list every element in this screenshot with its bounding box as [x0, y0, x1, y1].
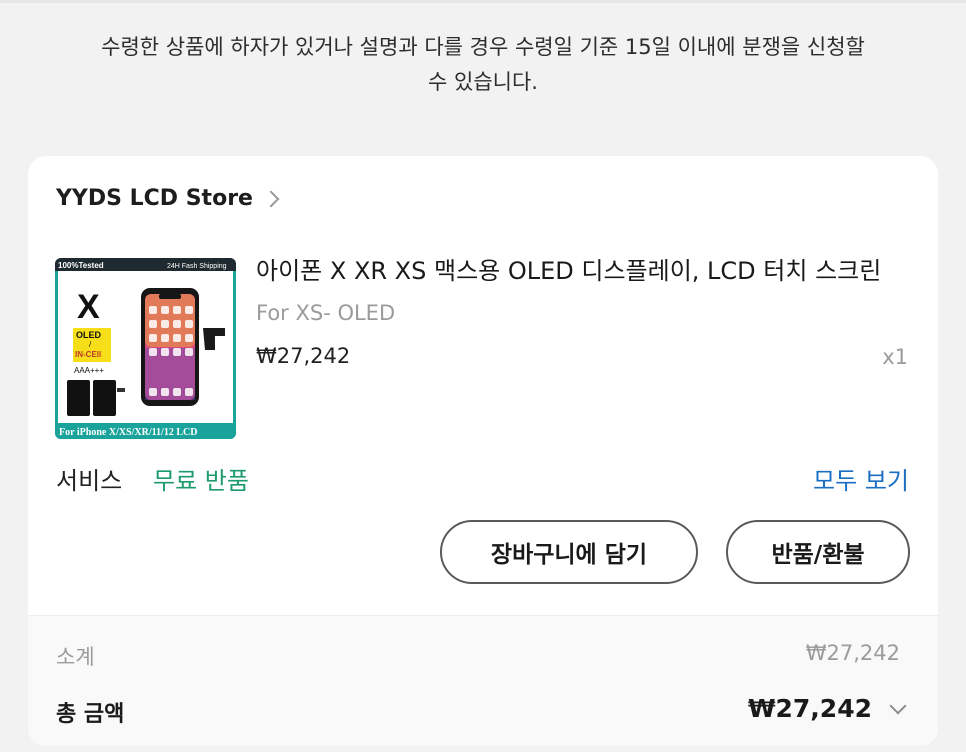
subtotal-value: ₩27,242	[805, 641, 900, 665]
service-label: 서비스	[56, 467, 123, 495]
notice-line-1: 수령한 상품에 하자가 있거나 설명과 다를 경우 수령일 기준 15일 이내에…	[101, 35, 865, 59]
product-variant: For XS- OLED	[256, 301, 396, 325]
product-price: ₩27,242	[256, 344, 351, 368]
badge-shipping: 24H Fash Shipping	[167, 263, 227, 270]
order-card: YYDS LCD Store 100%Tested 24H Fash Shipp…	[28, 156, 938, 746]
add-to-cart-button[interactable]: 장바구니에 담기	[440, 520, 698, 584]
product-image: 100%Tested 24H Fash Shipping X OLED / IN…	[55, 258, 236, 439]
free-return-badge: 무료 반품	[153, 467, 249, 495]
chevron-right-icon	[262, 190, 280, 207]
product-thumbnail[interactable]: 100%Tested 24H Fash Shipping X OLED / IN…	[55, 258, 236, 439]
store-link[interactable]: YYDS LCD Store	[56, 186, 280, 211]
store-name: YYDS LCD Store	[56, 186, 253, 211]
grade-label: AAA+++	[74, 366, 104, 375]
see-all-link[interactable]: 모두 보기	[813, 461, 909, 496]
notice-line-2: 수 있습니다.	[428, 70, 538, 94]
oled-tag: OLED	[76, 330, 102, 340]
return-refund-button[interactable]: 반품/환불	[726, 520, 910, 584]
incell-tag: IN-CEll	[75, 350, 101, 359]
subtotal-label: 소계	[56, 645, 95, 669]
badge-tested: 100%Tested	[58, 261, 104, 270]
total-value: ₩27,242	[747, 694, 872, 723]
thumb-footer: For iPhone X/XS/XR/11/12 LCD	[59, 427, 197, 438]
dispute-notice: 수령한 상품에 하자가 있거나 설명과 다를 경우 수령일 기준 15일 이내에…	[30, 30, 936, 100]
product-title[interactable]: 아이폰 X XR XS 맥스용 OLED 디스플레이, LCD 터치 스크린	[256, 251, 906, 286]
product-quantity: x1	[882, 345, 908, 369]
price-summary	[28, 616, 938, 746]
model-label: X	[77, 288, 100, 326]
top-divider	[0, 0, 966, 3]
total-label: 총 금액	[56, 702, 125, 727]
